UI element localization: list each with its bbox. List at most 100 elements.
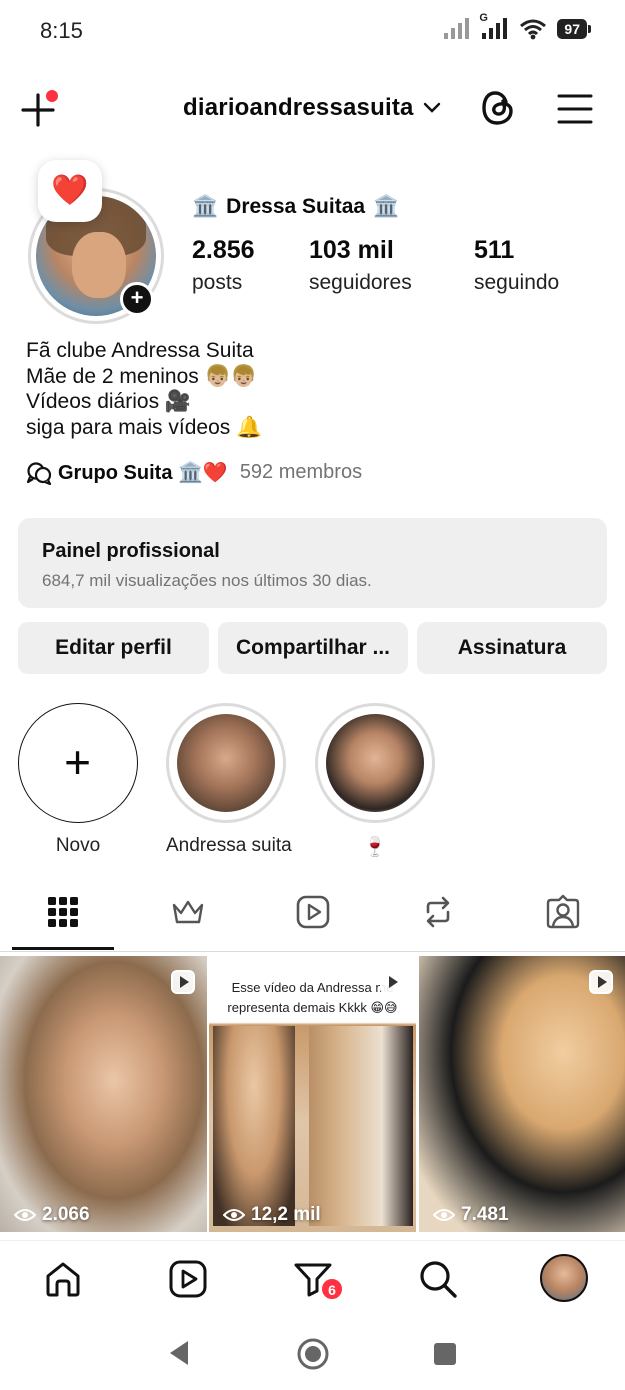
tagged-icon xyxy=(546,894,580,929)
subscription-button[interactable]: Assinatura xyxy=(417,622,607,674)
profile-display-name: 🏛️ Dressa Suitaa 🏛️ xyxy=(192,195,399,219)
stat-following-label: seguindo xyxy=(474,271,560,294)
highlight-cover xyxy=(177,714,275,812)
bio-line: Fã clube Andressa Suita xyxy=(26,339,254,362)
bio-line: siga para mais vídeos 🔔 xyxy=(26,415,263,439)
highlight-label: Novo xyxy=(55,835,101,856)
post-tile[interactable]: Esse vídeo da Andressa me representa dem… xyxy=(209,956,416,1232)
eye-icon xyxy=(223,1209,245,1221)
chevron-down-icon xyxy=(423,102,440,113)
post-image-left xyxy=(213,1026,295,1226)
battery-indicator: 97 xyxy=(557,19,591,39)
post-views: 7.481 xyxy=(433,1204,509,1226)
group-chat-icon xyxy=(26,461,52,485)
broadcast-group-link[interactable]: Grupo Suita 🏛️❤️ 592 membros xyxy=(26,460,362,485)
plus-icon: + xyxy=(64,736,91,788)
nav-reels[interactable] xyxy=(168,1259,208,1299)
post-views-count: 7.481 xyxy=(461,1204,509,1225)
threads-icon xyxy=(482,91,513,125)
stat-posts-value: 2.856 xyxy=(192,236,255,264)
signal-g-icon: G xyxy=(479,12,509,40)
tab-reels[interactable] xyxy=(295,894,331,930)
reel-indicator-icon xyxy=(589,970,613,994)
highlight-label: Andressa suita xyxy=(166,835,292,856)
repost-icon xyxy=(426,896,450,928)
profile-bio: Fã clube Andressa Suita Mãe de 2 meninos… xyxy=(26,338,262,440)
reel-indicator-icon xyxy=(380,970,404,994)
share-profile-button[interactable]: Compartilhar ... xyxy=(218,622,408,674)
profile-note[interactable]: ❤️ xyxy=(38,160,102,222)
highlight-item[interactable]: 🍷 xyxy=(315,703,435,859)
stat-following-value: 511 xyxy=(474,236,515,264)
highlight-ring xyxy=(315,703,435,823)
tab-reposts[interactable] xyxy=(420,894,456,930)
post-views-count: 12,2 mil xyxy=(251,1204,321,1225)
nav-home[interactable] xyxy=(43,1259,83,1299)
edit-profile-button[interactable]: Editar perfil xyxy=(18,622,209,674)
home-icon xyxy=(46,1262,80,1297)
tab-tagged[interactable] xyxy=(545,894,581,930)
recents-icon[interactable] xyxy=(433,1342,457,1366)
highlight-new-circle: + xyxy=(18,703,138,823)
highlight-ring xyxy=(166,703,286,823)
hamburger-menu-icon xyxy=(557,94,593,124)
crown-icon xyxy=(172,900,204,924)
search-icon xyxy=(420,1261,457,1298)
display-name-text: Dressa Suitaa xyxy=(226,195,366,218)
wifi-icon xyxy=(520,19,547,40)
stat-posts-label: posts xyxy=(192,271,243,294)
stat-followers-value: 103 mil xyxy=(309,236,394,264)
professional-dashboard[interactable]: Painel profissional 684,7 mil visualizaç… xyxy=(18,518,607,608)
threads-button[interactable] xyxy=(478,88,518,128)
signal-icon xyxy=(444,18,470,39)
stat-posts[interactable]: 2.856 posts xyxy=(192,236,255,295)
dashboard-title: Painel profissional xyxy=(42,540,220,562)
network-label: G xyxy=(479,12,488,24)
grid-icon xyxy=(48,897,78,927)
profile-username: diarioandressasuita xyxy=(183,94,414,121)
nav-search[interactable] xyxy=(418,1259,458,1299)
home-circle-icon[interactable] xyxy=(296,1337,330,1371)
group-members: 592 membros xyxy=(239,461,363,483)
active-tab-indicator xyxy=(12,947,114,950)
post-tile[interactable]: 2.066 xyxy=(0,956,207,1232)
status-time: 8:15 xyxy=(40,18,83,43)
group-name: Grupo Suita 🏛️❤️ xyxy=(58,462,228,484)
menu-button[interactable] xyxy=(556,92,594,126)
stat-followers[interactable]: 103 mil seguidores xyxy=(309,236,412,295)
post-views-count: 2.066 xyxy=(42,1204,90,1225)
name-emoji-right: 🏛️ xyxy=(373,195,400,218)
name-emoji-left: 🏛️ xyxy=(192,195,219,218)
bio-line: Mãe de 2 meninos 👦🏼👦🏼 xyxy=(26,364,257,388)
bottom-navigation xyxy=(0,1240,625,1318)
eye-icon xyxy=(14,1209,36,1221)
status-bar: 8:15 G 97 xyxy=(0,0,625,64)
status-icons: G 97 xyxy=(443,12,591,40)
post-tile[interactable]: 7.481 xyxy=(419,956,625,1232)
post-image-right xyxy=(309,1026,413,1226)
reels-icon xyxy=(296,895,330,929)
tab-grid[interactable] xyxy=(45,894,81,930)
profile-tabs xyxy=(0,882,625,952)
reels-icon xyxy=(169,1260,207,1298)
create-post-button[interactable] xyxy=(20,90,58,128)
stat-followers-label: seguidores xyxy=(309,271,412,294)
account-switcher[interactable]: diarioandressasuita xyxy=(183,94,442,122)
highlight-cover xyxy=(326,714,424,812)
profile-header: diarioandressasuita xyxy=(0,78,625,140)
activity-badge: 6 xyxy=(320,1277,344,1301)
add-story-button[interactable]: + xyxy=(120,282,154,316)
system-navigation-bar xyxy=(0,1318,625,1390)
stat-following[interactable]: 511 seguindo xyxy=(474,236,559,295)
nav-profile-avatar[interactable] xyxy=(540,1254,588,1302)
highlight-new[interactable]: + Novo xyxy=(18,703,138,857)
highlight-item[interactable]: Andressa suita xyxy=(166,703,292,857)
eye-icon xyxy=(433,1209,455,1221)
tab-subscriptions[interactable] xyxy=(170,894,206,930)
notification-dot xyxy=(46,90,58,102)
post-views: 2.066 xyxy=(14,1204,90,1226)
highlight-label: 🍷 xyxy=(363,837,387,858)
post-views: 12,2 mil xyxy=(223,1204,321,1226)
reel-indicator-icon xyxy=(171,970,195,994)
back-icon[interactable] xyxy=(166,1338,192,1368)
